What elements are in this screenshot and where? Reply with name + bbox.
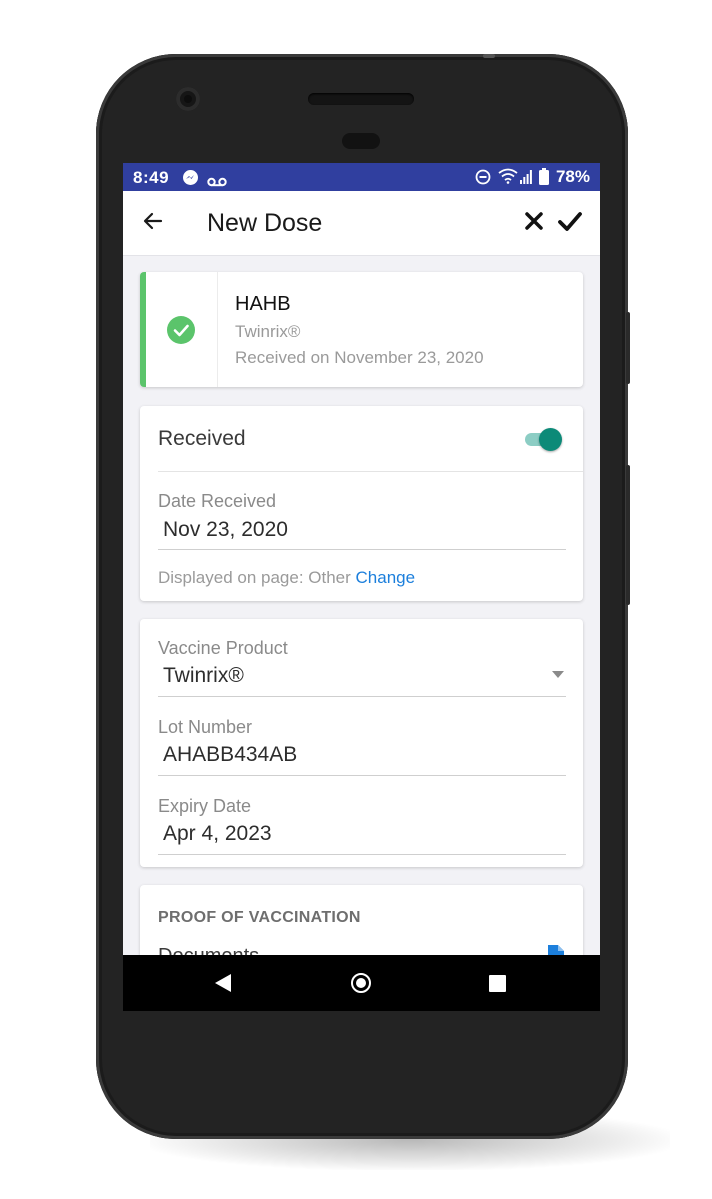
power-button [626, 312, 630, 384]
nav-back-icon[interactable] [213, 973, 233, 993]
vaccine-name: HAHB [235, 293, 291, 315]
signal-icon [520, 169, 532, 189]
proof-heading: PROOF OF VACCINATION [158, 909, 361, 926]
dropdown-caret-icon[interactable] [552, 671, 564, 678]
vaccine-product-subtitle: Twinrix® [235, 322, 301, 341]
battery-icon [539, 168, 549, 190]
top-mic [483, 54, 495, 58]
status-accent-bar [140, 272, 146, 387]
received-on-text: Received on November 23, 2020 [235, 348, 484, 367]
app-bar: New Dose [123, 191, 600, 256]
product-details-card: Vaccine Product Twinrix® Lot Number AHAB… [140, 619, 583, 867]
nav-home-icon[interactable] [351, 973, 371, 993]
vaccine-product-underline [158, 696, 566, 697]
back-arrow-icon[interactable] [141, 209, 165, 233]
dose-summary-card: HAHB Twinrix® Received on November 23, 2… [140, 272, 583, 387]
wifi-icon [498, 168, 518, 189]
front-camera [176, 87, 200, 111]
voicemail-icon [207, 172, 227, 192]
row-divider [158, 471, 583, 472]
battery-percent: 78% [555, 167, 590, 186]
close-icon[interactable] [523, 210, 547, 234]
expiry-date-field[interactable]: Apr 4, 2023 [163, 822, 272, 846]
phone-screen: 8:49 78% New Dose HAHB Twinrix® Received… [123, 163, 600, 1011]
status-bar: 8:49 78% [123, 163, 600, 191]
received-label: Received [158, 427, 246, 450]
proximity-sensor [342, 133, 380, 149]
received-card: Received Date Received Nov 23, 2020 Disp… [140, 406, 583, 601]
card-divider [217, 272, 218, 387]
check-icon[interactable] [557, 209, 583, 235]
page-title: New Dose [207, 209, 323, 237]
nav-recents-icon[interactable] [489, 975, 506, 992]
expiry-date-underline [158, 854, 566, 855]
system-navigation-bar [123, 955, 600, 1011]
date-received-underline [158, 549, 566, 550]
messenger-icon [182, 169, 199, 191]
date-received-field[interactable]: Nov 23, 2020 [163, 518, 288, 542]
displayed-on-page-text: Displayed on page: Other Change [158, 568, 415, 588]
volume-button [626, 465, 630, 605]
lot-number-label: Lot Number [158, 717, 253, 737]
toggle-thumb [539, 428, 562, 451]
displayed-on-label: Displayed on page: Other [158, 568, 356, 587]
date-received-label: Date Received [158, 491, 277, 511]
earpiece-speaker [308, 93, 414, 105]
lot-number-field[interactable]: AHABB434AB [163, 743, 297, 767]
expiry-date-label: Expiry Date [158, 796, 252, 816]
received-toggle[interactable] [525, 428, 562, 451]
lot-number-underline [158, 775, 566, 776]
do-not-disturb-icon [475, 169, 491, 190]
vaccine-product-select[interactable]: Twinrix® [163, 664, 244, 688]
change-link[interactable]: Change [356, 568, 416, 587]
vaccine-product-label: Vaccine Product [158, 638, 288, 658]
status-time: 8:49 [133, 168, 170, 187]
check-circle-icon [167, 316, 195, 344]
